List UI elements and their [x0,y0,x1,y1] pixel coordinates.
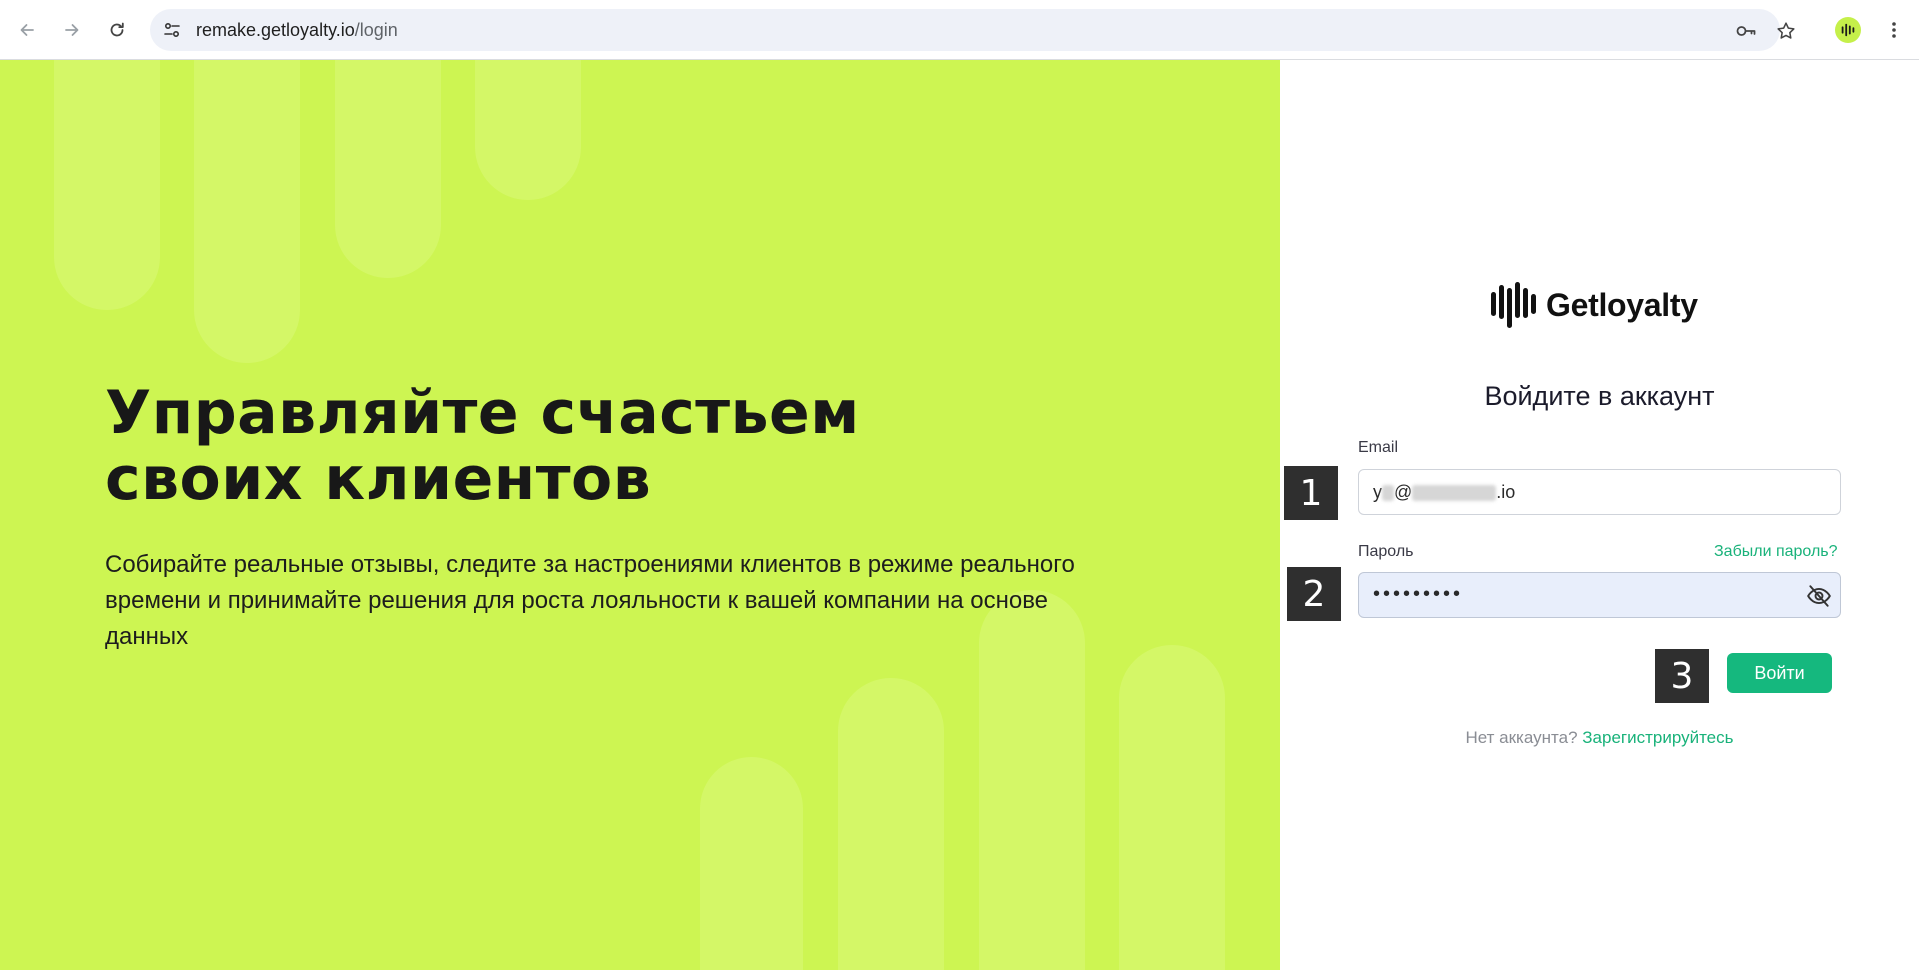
url-text: remake.getloyalty.io/login [196,20,398,40]
decor-pill [475,60,581,200]
url-path: /login [354,20,398,40]
email-value-end: .io [1496,482,1516,502]
hero-description: Собирайте реальные отзывы, следите за на… [105,551,1075,650]
password-label: Пароль [1358,543,1414,560]
decor-pill [54,60,160,310]
signup-prompt: Нет аккаунта? Зарегистрируйтесь [1280,728,1919,748]
decor-pill [838,678,944,970]
back-arrow-icon[interactable] [11,14,43,46]
hero-title-line: Управляйте счастьем [105,378,860,448]
brand-name: Getloyalty [1546,286,1698,323]
password-field[interactable]: ••••••••• [1358,572,1841,618]
reload-icon[interactable] [101,14,133,46]
hero-title-line: своих клиентов [105,444,652,514]
signup-link[interactable]: Зарегистрируйтесь [1582,728,1733,747]
eye-off-icon[interactable] [1806,583,1832,609]
email-label: Email [1358,439,1399,456]
password-value: ••••••••• [1373,583,1464,605]
redacted-text [1412,485,1497,502]
step-marker: 3 [1655,649,1709,703]
decor-pill [1119,645,1225,970]
email-value-start: y [1373,482,1382,502]
bookmark-star-icon[interactable] [1774,19,1798,43]
browser-toolbar: remake.getloyalty.io/login [0,0,1919,60]
brand-logo: Getloyalty [1490,280,1698,330]
step-marker: 1 [1284,466,1338,520]
password-key-icon[interactable] [1734,19,1758,43]
email-field[interactable]: y @ .io [1358,469,1841,515]
decor-pill [700,757,803,970]
signup-prompt-text: Нет аккаунта? [1465,728,1578,747]
forgot-password-link[interactable]: Забыли пароль? [1714,543,1838,561]
getloyalty-logo-icon [1491,282,1536,328]
kebab-menu-icon[interactable] [1880,16,1908,44]
site-info-icon[interactable] [160,18,184,42]
step-marker: 2 [1287,567,1341,621]
email-value-at: @ [1394,482,1413,502]
decor-pill [335,60,441,278]
extension-icon[interactable] [1835,17,1861,43]
hero-title: Управляйте счастьем своих клиентов [105,380,1005,512]
url-host: remake.getloyalty.io [196,20,355,40]
address-bar[interactable]: remake.getloyalty.io/login [150,9,1795,51]
login-heading: Войдите в аккаунт [1484,381,1715,411]
hero-panel: Управляйте счастьем своих клиентов Собир… [0,60,1280,970]
email-value: y @ .io [1373,482,1515,503]
login-panel: Getloyalty Войдите в аккаунт Email y @ .io… [1280,60,1919,970]
redacted-text [1382,485,1394,502]
forward-arrow-icon[interactable] [56,14,88,46]
decor-pill [194,60,300,363]
login-button[interactable]: Войти [1727,653,1832,693]
